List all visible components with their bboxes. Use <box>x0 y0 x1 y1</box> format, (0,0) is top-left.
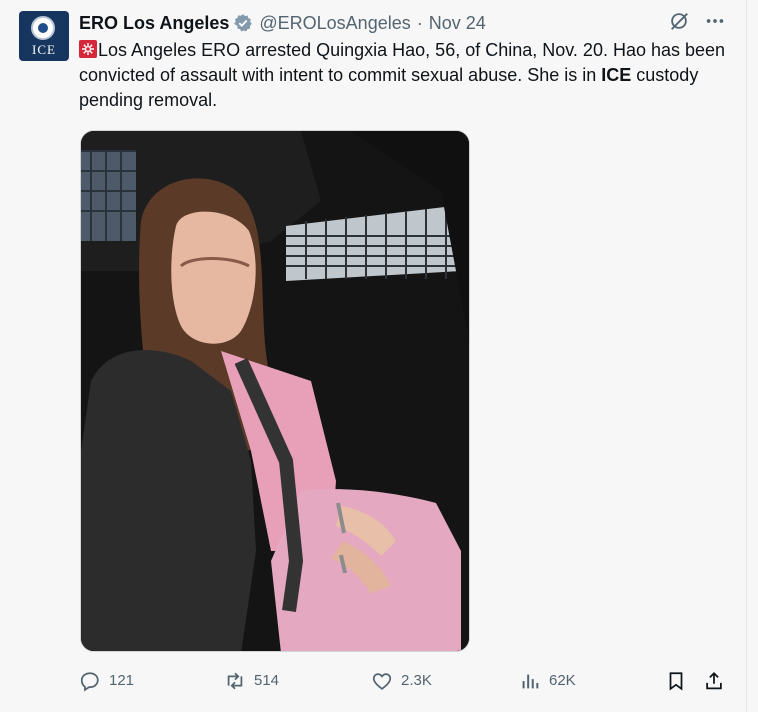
dhs-seal-icon <box>31 16 55 40</box>
grok-icon[interactable] <box>668 10 690 32</box>
views-button[interactable]: 62K <box>519 668 576 694</box>
post-text: Los Angeles ERO arrested Quingxia Hao, 5… <box>79 38 729 113</box>
tweet-card[interactable]: ICE ERO Los Angeles @EROLosAngeles · Nov… <box>0 0 747 712</box>
photo-illustration <box>81 131 469 651</box>
like-count: 2.3K <box>401 672 432 689</box>
repost-button[interactable]: 514 <box>224 668 279 694</box>
author-handle[interactable]: @EROLosAngeles <box>259 13 410 34</box>
header-actions <box>668 10 726 32</box>
post-text-bold: ICE <box>601 65 632 85</box>
avatar-label: ICE <box>32 42 56 57</box>
bookmark-icon <box>669 672 683 691</box>
reply-icon <box>80 672 99 692</box>
siren-emoji-icon <box>79 40 97 58</box>
more-icon[interactable] <box>704 10 726 32</box>
like-button[interactable]: 2.3K <box>371 668 432 694</box>
share-button[interactable] <box>703 668 733 694</box>
reply-count: 121 <box>109 672 135 689</box>
repost-icon <box>227 672 243 690</box>
bookmark-button[interactable] <box>665 668 695 694</box>
share-icon <box>706 671 722 690</box>
post-date[interactable]: Nov 24 <box>429 13 486 34</box>
avatar[interactable]: ICE <box>19 11 69 61</box>
views-icon <box>522 674 539 689</box>
views-count: 62K <box>549 672 576 689</box>
author-name[interactable]: ERO Los Angeles <box>79 13 229 34</box>
post-photo[interactable] <box>80 130 470 652</box>
tweet-header: ERO Los Angeles @EROLosAngeles · Nov 24 <box>79 10 486 36</box>
reply-button[interactable]: 121 <box>79 668 134 694</box>
verified-badge-icon <box>234 14 253 32</box>
repost-count: 514 <box>254 672 280 689</box>
heart-icon <box>372 673 392 690</box>
action-bar: 121 514 2.3K 62K <box>79 668 727 694</box>
separator-dot: · <box>416 12 423 33</box>
